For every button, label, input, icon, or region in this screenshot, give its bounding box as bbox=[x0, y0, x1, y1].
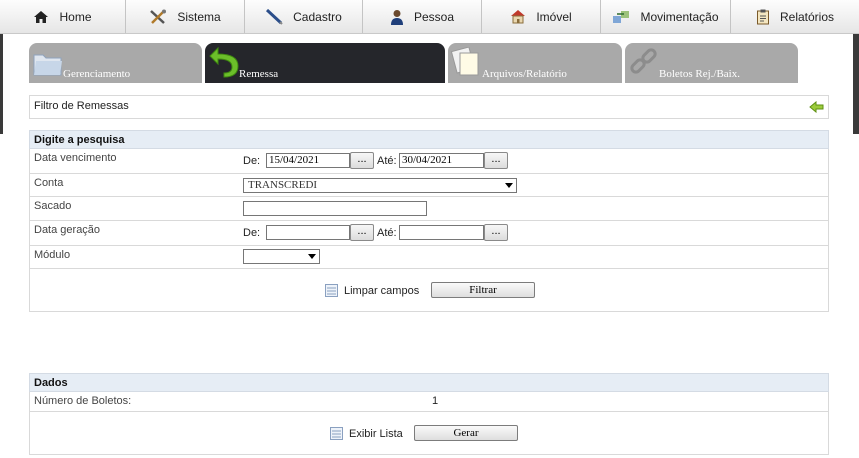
row-sacado: Sacado bbox=[29, 197, 829, 221]
chevron-down-icon bbox=[308, 254, 316, 259]
tab-label: Remessa bbox=[239, 68, 279, 80]
ate-label: Até: bbox=[377, 155, 397, 167]
clipboard-icon bbox=[756, 9, 769, 24]
clear-fields-link[interactable]: Limpar campos bbox=[325, 284, 419, 297]
data-actions-row: Exibir Lista Gerar bbox=[29, 412, 829, 455]
filter-button[interactable]: Filtrar bbox=[431, 282, 535, 298]
ate-label: Até: bbox=[377, 227, 397, 239]
tab-label: Arquivos/Relatório bbox=[482, 68, 567, 80]
home-icon bbox=[34, 10, 49, 23]
back-arrow-icon[interactable] bbox=[809, 101, 824, 113]
menu-label: Relatórios bbox=[779, 9, 835, 24]
row-data-geracao: Data geração De: ... Até: ... bbox=[29, 221, 829, 246]
menu-label: Imóvel bbox=[536, 9, 572, 24]
search-actions-row: Limpar campos Filtrar bbox=[29, 269, 829, 312]
menu-label: Cadastro bbox=[293, 9, 342, 24]
tab-label: Gerenciamento bbox=[63, 68, 131, 80]
clear-fields-label: Limpar campos bbox=[344, 284, 420, 297]
chain-icon bbox=[630, 48, 657, 74]
show-list-link[interactable]: Exibir Lista bbox=[330, 427, 403, 440]
menu-item-movimentacao[interactable]: Movimentação bbox=[601, 0, 731, 33]
tab-arquivos-relatorio[interactable]: Arquivos/Relatório bbox=[448, 43, 622, 83]
row-num-boletos: Número de Boletos: 1 bbox=[29, 392, 829, 412]
tab-label: Boletos Rej./Baix. bbox=[659, 68, 740, 80]
vencimento-ate-input[interactable]: 30/04/2021 bbox=[399, 153, 484, 168]
menu-item-sistema[interactable]: Sistema bbox=[126, 0, 245, 33]
field-label: Data vencimento bbox=[34, 152, 117, 164]
menu-label: Sistema bbox=[177, 9, 221, 24]
documents-icon bbox=[450, 47, 479, 76]
geracao-ate-picker-button[interactable]: ... bbox=[484, 224, 508, 241]
row-modulo: Módulo bbox=[29, 246, 829, 269]
menu-item-home[interactable]: Home bbox=[0, 0, 126, 33]
tab-remessa[interactable]: Remessa bbox=[205, 43, 445, 83]
vencimento-de-picker-button[interactable]: ... bbox=[350, 152, 374, 169]
house-icon bbox=[511, 10, 526, 24]
row-data-vencimento: Data vencimento De: 15/04/2021 ... Até: … bbox=[29, 149, 829, 174]
field-label: Módulo bbox=[34, 249, 71, 261]
field-label: Número de Boletos: bbox=[34, 395, 132, 407]
chevron-down-icon bbox=[505, 183, 513, 188]
geracao-de-picker-button[interactable]: ... bbox=[350, 224, 374, 241]
modulo-select[interactable] bbox=[243, 249, 320, 264]
show-list-label: Exibir Lista bbox=[349, 427, 403, 440]
return-arrow-icon bbox=[209, 46, 239, 78]
menu-label: Movimentação bbox=[640, 9, 719, 24]
menu-item-pessoa[interactable]: Pessoa bbox=[363, 0, 482, 33]
tab-boletos-rej-baix[interactable]: Boletos Rej./Baix. bbox=[625, 43, 798, 83]
sacado-input[interactable] bbox=[243, 201, 427, 216]
menu-item-imovel[interactable]: Imóvel bbox=[482, 0, 601, 33]
menu-label: Home bbox=[59, 9, 92, 24]
de-label: De: bbox=[243, 227, 261, 239]
field-label: Sacado bbox=[34, 200, 72, 212]
menu-item-cadastro[interactable]: Cadastro bbox=[245, 0, 363, 33]
row-conta: Conta TRANSCREDI bbox=[29, 174, 829, 197]
pen-icon bbox=[266, 8, 283, 25]
data-section-header: Dados bbox=[29, 373, 829, 392]
field-label: Data geração bbox=[34, 224, 101, 236]
transfer-icon bbox=[613, 10, 630, 23]
num-boletos-value: 1 bbox=[432, 395, 439, 407]
form-icon bbox=[325, 284, 338, 297]
field-label: Conta bbox=[34, 177, 64, 189]
person-icon bbox=[390, 9, 403, 25]
select-value: TRANSCREDI bbox=[248, 179, 318, 191]
tools-icon bbox=[150, 9, 167, 24]
conta-select[interactable]: TRANSCREDI bbox=[243, 178, 517, 193]
form-icon bbox=[330, 427, 343, 440]
menu-item-relatorios[interactable]: Relatórios bbox=[731, 0, 859, 33]
menu-label: Pessoa bbox=[413, 9, 455, 24]
de-label: De: bbox=[243, 155, 261, 167]
tab-gerenciamento[interactable]: Gerenciamento bbox=[29, 43, 202, 83]
filter-title-bar: Filtro de Remessas bbox=[29, 95, 829, 119]
main-menu-bar: Home Sistema Cadastro Pessoa Imóvel Movi… bbox=[0, 0, 859, 34]
folder-icon bbox=[33, 54, 62, 76]
geracao-de-input[interactable] bbox=[266, 225, 350, 240]
page-title: Filtro de Remessas bbox=[34, 100, 129, 112]
generate-button[interactable]: Gerar bbox=[414, 425, 518, 441]
geracao-ate-input[interactable] bbox=[399, 225, 484, 240]
search-section-header: Digite a pesquisa bbox=[29, 130, 829, 149]
vencimento-ate-picker-button[interactable]: ... bbox=[484, 152, 508, 169]
vencimento-de-input[interactable]: 15/04/2021 bbox=[266, 153, 350, 168]
